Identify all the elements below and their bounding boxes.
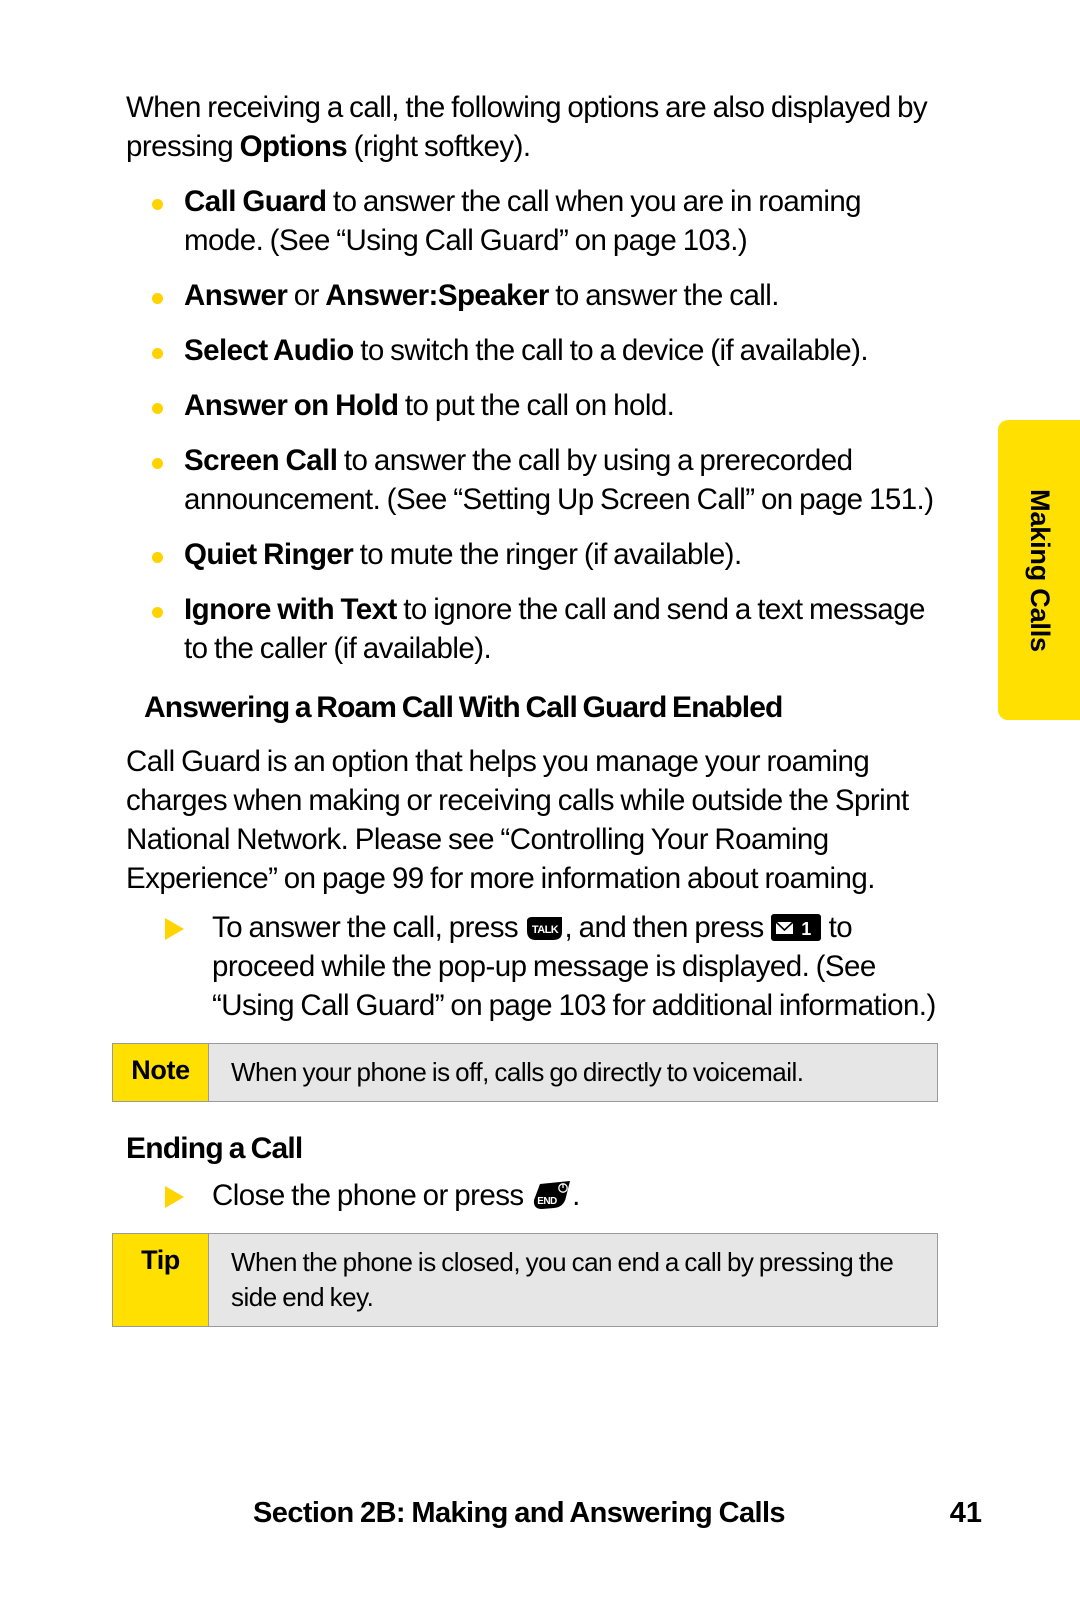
footer-section-title: Section 2B: Making and Answering Calls xyxy=(253,1497,786,1529)
intro-text-after: (right softkey). xyxy=(347,130,531,163)
options-bullet-list: Call Guard to answer the call when you a… xyxy=(126,182,938,668)
end-key-icon: END xyxy=(530,1180,572,1210)
list-item: Ignore with Text to ignore the call and … xyxy=(126,590,938,668)
list-item: Quiet Ringer to mute the ringer (if avai… xyxy=(126,535,938,574)
svg-text:END: END xyxy=(537,1196,557,1207)
bullet-bold-term-2: Answer:Speaker xyxy=(325,279,549,312)
tip-callout: Tip When the phone is closed, you can en… xyxy=(112,1233,938,1327)
svg-text:TALK: TALK xyxy=(531,924,558,936)
bullet-dot-icon xyxy=(152,458,163,469)
triangle-bullet-icon xyxy=(165,918,184,940)
bullet-text-mid: or xyxy=(287,279,326,312)
note-text: When your phone is off, calls go directl… xyxy=(231,1057,804,1087)
bullet-bold-term: Quiet Ringer xyxy=(184,538,354,571)
bullet-bold-term: Answer on Hold xyxy=(184,389,399,422)
bullet-text: to switch the call to a device (if avail… xyxy=(353,334,869,367)
bullet-dot-icon xyxy=(152,348,163,359)
bullet-dot-icon xyxy=(152,293,163,304)
tip-text: When the phone is closed, you can end a … xyxy=(231,1247,894,1312)
tip-label-cell: Tip xyxy=(113,1234,209,1326)
bullet-dot-icon xyxy=(152,403,163,414)
bullet-text: to put the call on hold. xyxy=(398,389,675,422)
intro-paragraph: When receiving a call, the following opt… xyxy=(126,88,938,166)
tip-label: Tip xyxy=(141,1245,180,1275)
section-heading: Answering a Roam Call With Call Guard En… xyxy=(144,691,783,724)
ending-steps-list: Close the phone or press END. xyxy=(126,1176,938,1215)
list-item: Call Guard to answer the call when you a… xyxy=(126,182,938,260)
list-item: Screen Call to answer the call by using … xyxy=(126,441,938,519)
roaming-paragraph: Call Guard is an option that helps you m… xyxy=(126,745,909,895)
footer-page-number: 41 xyxy=(949,1497,982,1529)
bullet-bold-term: Call Guard xyxy=(184,185,327,218)
bullet-text: to answer the call. xyxy=(548,279,779,312)
ending-step-part2: . xyxy=(572,1179,580,1212)
side-tab-making-calls: Making Calls xyxy=(998,420,1080,720)
manual-page: Making Calls When receiving a call, the … xyxy=(0,0,1080,1620)
bullet-bold-term: Answer xyxy=(184,279,288,312)
list-item: Answer or Answer:Speaker to answer the c… xyxy=(126,276,938,315)
bullet-dot-icon xyxy=(152,552,163,563)
roaming-steps-list: To answer the call, press TALK , and then… xyxy=(126,908,938,1025)
bullet-dot-icon xyxy=(152,199,163,210)
ending-a-call-heading: Ending a Call xyxy=(126,1132,303,1165)
triangle-bullet-icon xyxy=(165,1186,184,1208)
svg-text:1: 1 xyxy=(801,919,811,939)
message-one-key-icon: 1 xyxy=(770,913,822,942)
bullet-bold-term: Select Audio xyxy=(184,334,354,367)
note-callout: Note When your phone is off, calls go di… xyxy=(112,1043,938,1102)
page-content: When receiving a call, the following opt… xyxy=(112,88,938,1327)
note-label-cell: Note xyxy=(113,1044,209,1101)
step-text-part1: To answer the call, press xyxy=(212,911,525,944)
bullet-dot-icon xyxy=(152,607,163,618)
talk-key-icon: TALK xyxy=(525,915,565,942)
note-label: Note xyxy=(131,1055,190,1085)
page-footer: Section 2B: Making and Answering Calls 4… xyxy=(126,1497,982,1530)
ending-step-part1: Close the phone or press xyxy=(212,1179,531,1212)
bullet-text: to mute the ringer (if available). xyxy=(353,538,743,571)
bullet-bold-term: Screen Call xyxy=(184,444,338,477)
list-item: Answer on Hold to put the call on hold. xyxy=(126,386,938,425)
intro-bold-options: Options xyxy=(239,130,348,163)
list-item: To answer the call, press TALK , and then… xyxy=(126,908,938,1025)
step-text-part2: , and then press xyxy=(564,911,771,944)
bullet-bold-term: Ignore with Text xyxy=(184,593,397,626)
side-tab-label: Making Calls xyxy=(1024,488,1055,652)
list-item: Close the phone or press END. xyxy=(126,1176,938,1215)
list-item: Select Audio to switch the call to a dev… xyxy=(126,331,938,370)
